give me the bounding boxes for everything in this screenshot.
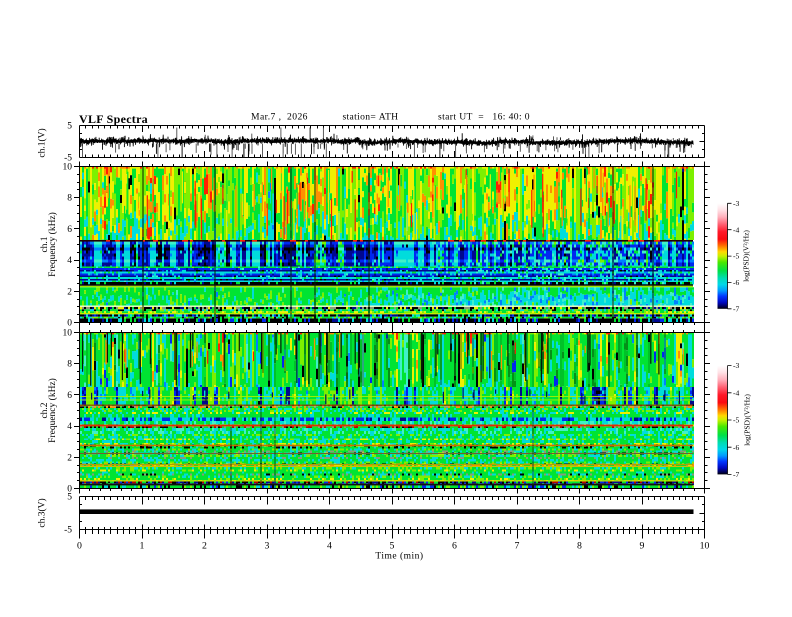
svg-text:0: 0 — [67, 319, 72, 329]
svg-text:-6: -6 — [733, 443, 740, 452]
svg-text:3: 3 — [265, 540, 270, 551]
svg-text:4: 4 — [67, 256, 72, 266]
svg-text:Frequency (kHz): Frequency (kHz) — [47, 212, 58, 277]
svg-text:5: 5 — [67, 122, 72, 132]
svg-text:5: 5 — [390, 540, 395, 551]
svg-text:7: 7 — [515, 540, 520, 551]
svg-text:-3: -3 — [733, 199, 740, 208]
svg-text:ch.1(V): ch.1(V) — [37, 128, 48, 157]
svg-text:6: 6 — [67, 391, 72, 401]
svg-text:-5: -5 — [64, 526, 72, 536]
svg-text:-5: -5 — [733, 252, 740, 261]
svg-text:2: 2 — [202, 540, 207, 551]
svg-text:-4: -4 — [733, 225, 740, 234]
svg-text:start UT = 16: 40: 0: start UT = 16: 40: 0 — [438, 112, 530, 123]
svg-text:8: 8 — [67, 360, 72, 370]
svg-text:6: 6 — [452, 540, 457, 551]
svg-text:-3: -3 — [733, 361, 740, 370]
svg-text:VLF Spectra: VLF Spectra — [79, 112, 148, 126]
svg-text:station= ATH: station= ATH — [343, 112, 399, 123]
svg-text:Time (min): Time (min) — [375, 551, 423, 562]
svg-text:8: 8 — [577, 540, 582, 551]
svg-text:4: 4 — [67, 422, 72, 432]
svg-text:-5: -5 — [733, 416, 740, 425]
svg-text:-4: -4 — [733, 388, 740, 397]
svg-text:-7: -7 — [733, 304, 740, 313]
svg-text:2: 2 — [67, 287, 72, 297]
svg-text:0: 0 — [67, 485, 72, 495]
svg-text:9: 9 — [640, 540, 645, 551]
svg-text:Frequency (kHz): Frequency (kHz) — [47, 378, 58, 443]
svg-text:Mar.7 , 2026: Mar.7 , 2026 — [251, 112, 308, 123]
svg-text:10: 10 — [63, 329, 73, 339]
svg-text:4: 4 — [327, 540, 332, 551]
svg-text:2: 2 — [67, 453, 72, 463]
svg-text:1: 1 — [140, 540, 145, 551]
svg-text:log(PSD)(V²/Hz): log(PSD)(V²/Hz) — [742, 230, 751, 282]
svg-text:10: 10 — [700, 540, 710, 551]
svg-text:-6: -6 — [733, 278, 740, 287]
svg-text:0: 0 — [77, 540, 82, 551]
svg-text:-7: -7 — [733, 470, 740, 479]
svg-text:8: 8 — [67, 194, 72, 204]
svg-text:10: 10 — [63, 163, 73, 173]
svg-text:log(PSD)(V²/Hz): log(PSD)(V²/Hz) — [743, 394, 752, 446]
svg-text:ch.3(V): ch.3(V) — [37, 498, 48, 527]
svg-text:6: 6 — [67, 225, 72, 235]
